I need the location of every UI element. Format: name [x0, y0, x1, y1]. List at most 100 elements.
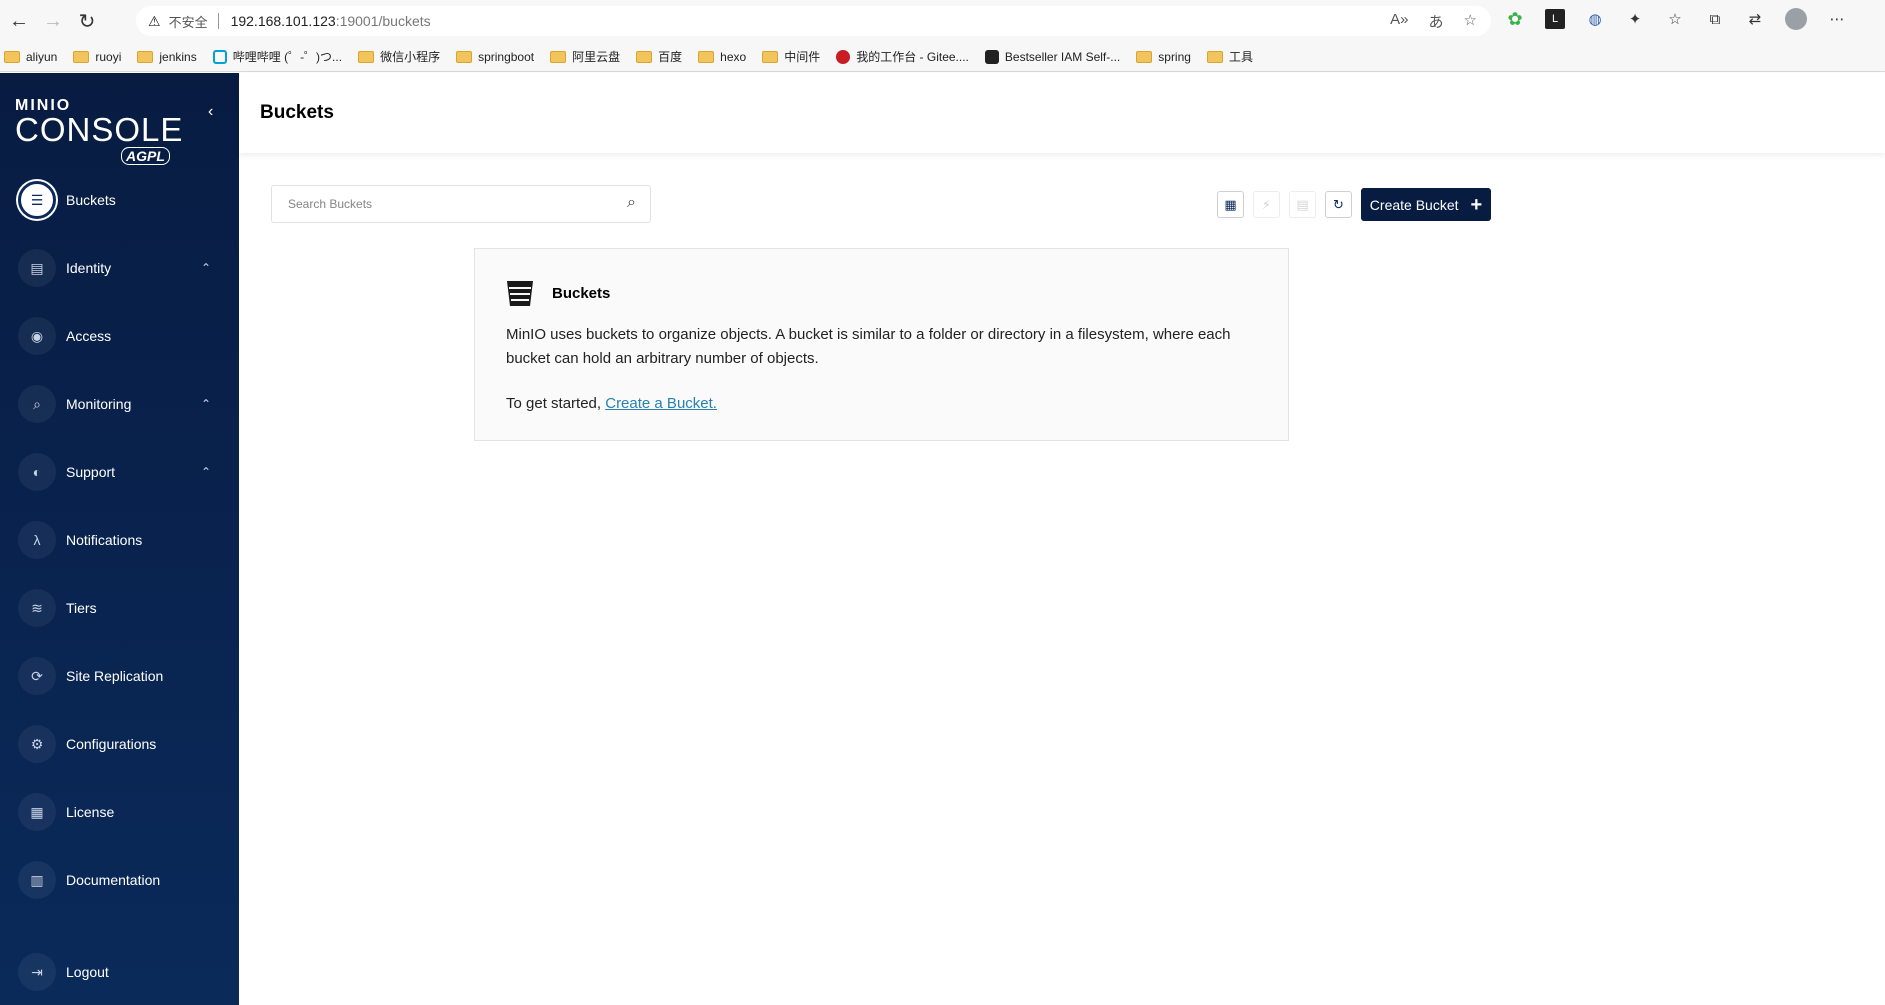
bookmark-aliyun-drive[interactable]: 阿里云盘 — [550, 48, 620, 65]
folder-icon — [456, 50, 473, 63]
extension-green-icon[interactable]: ✿ — [1505, 9, 1525, 29]
favorite-icon[interactable]: ☆ — [1464, 11, 1477, 32]
warning-icon: ⚠ — [148, 12, 161, 29]
page-header: Buckets — [239, 73, 1885, 153]
folder-icon — [1206, 50, 1223, 63]
replication-button[interactable]: ▤ — [1289, 191, 1316, 218]
translate-icon[interactable]: あ — [1429, 11, 1444, 32]
bookmark-gitee[interactable]: 我的工作台 - Gitee.... — [836, 48, 969, 65]
sidebar-item-logout[interactable]: ⇥ Logout — [0, 948, 239, 996]
refresh-icon: ↻ — [1333, 196, 1344, 212]
set-lifecycle-button[interactable]: ⚡ — [1253, 191, 1280, 218]
folder-icon — [762, 50, 779, 63]
chevron-up-icon: ⌃ — [200, 465, 211, 479]
grid-view-button[interactable]: ▦ — [1217, 191, 1244, 218]
bookmark-hexo[interactable]: hexo — [698, 50, 746, 64]
search-icon[interactable]: ⌕ — [627, 194, 636, 212]
gear-icon: ⚙ — [18, 725, 56, 763]
extension-l-icon[interactable]: L — [1545, 9, 1565, 29]
url-divider — [217, 13, 219, 29]
sidebar-item-notifications[interactable]: λ Notifications — [0, 516, 239, 564]
bookmark-springboot[interactable]: springboot — [456, 50, 534, 64]
bookmark-tools[interactable]: 工具 — [1206, 48, 1253, 65]
bookmark-spring[interactable]: spring — [1136, 50, 1191, 64]
url-host: 192.168.101.123 — [230, 13, 336, 29]
bookmarks-bar: aliyun ruoyi jenkins 哔哩哔哩 (゜-゜)つ... 微信小程… — [0, 42, 1885, 72]
more-icon[interactable]: ⋯ — [1827, 9, 1847, 29]
read-aloud-icon[interactable]: A» — [1390, 11, 1408, 32]
sidebar-item-identity[interactable]: ▤ Identity ⌃ — [0, 244, 239, 292]
sidebar-item-configurations[interactable]: ⚙ Configurations — [0, 720, 239, 768]
reload-icon[interactable]: ↻ — [72, 6, 102, 36]
bestseller-icon — [984, 49, 999, 64]
sidebar-item-support[interactable]: ◐ Support ⌃ — [0, 448, 239, 496]
sidebar-item-documentation[interactable]: ▥ Documentation — [0, 856, 239, 904]
extensions-puzzle-icon[interactable]: ✦ — [1625, 9, 1645, 29]
profile-avatar[interactable] — [1785, 8, 1807, 30]
url-field[interactable]: ⚠ 不安全 192.168.101.123:19001/buckets A» あ… — [136, 6, 1491, 36]
logout-icon: ⇥ — [18, 953, 56, 991]
bucket-icon: ☰ — [18, 181, 56, 219]
chevron-up-icon: ⌃ — [200, 397, 211, 411]
site-replication-icon: ⟳ — [18, 657, 56, 695]
bilibili-icon — [212, 49, 227, 64]
bookmark-bestseller[interactable]: Bestseller IAM Self-... — [984, 49, 1120, 64]
bookmark-ruoyi[interactable]: ruoyi — [73, 50, 121, 64]
favorites-icon[interactable]: ☆ — [1665, 9, 1685, 29]
folder-icon — [1136, 50, 1153, 63]
url-path: :19001/buckets — [335, 13, 431, 29]
back-icon[interactable]: ← — [4, 6, 34, 36]
forward-icon[interactable]: → — [38, 6, 68, 36]
extension-blue-icon[interactable]: ◍ — [1585, 9, 1605, 29]
folder-icon — [698, 50, 715, 63]
sidebar-item-buckets[interactable]: ☰ Buckets — [0, 176, 239, 224]
tiers-icon: ≋ — [18, 589, 56, 627]
lifecycle-icon: ⚡ — [1261, 196, 1272, 212]
insecure-label: 不安全 — [168, 14, 208, 30]
bookmark-bilibili[interactable]: 哔哩哔哩 (゜-゜)つ... — [212, 48, 342, 65]
sidebar: MINIO CONSOLE AGPL ‹ ☰ Buckets ▤ Identit… — [0, 73, 239, 1005]
sidebar-item-tiers[interactable]: ≋ Tiers — [0, 584, 239, 632]
sidebar-item-monitoring[interactable]: ⌕ Monitoring ⌃ — [0, 380, 239, 428]
create-bucket-button[interactable]: Create Bucket + — [1361, 188, 1491, 221]
refresh-button[interactable]: ↻ — [1325, 191, 1352, 218]
sync-icon[interactable]: ⇄ — [1745, 9, 1765, 29]
bookmark-jenkins[interactable]: jenkins — [137, 50, 197, 64]
folder-icon — [550, 50, 567, 63]
search-box[interactable]: ⌕ — [271, 185, 651, 223]
folder-icon — [4, 50, 20, 63]
folder-icon — [636, 50, 653, 63]
lambda-icon: λ — [18, 521, 56, 559]
sidebar-item-site-replication[interactable]: ⟳ Site Replication — [0, 652, 239, 700]
identity-icon: ▤ — [18, 249, 56, 287]
card-title: Buckets — [552, 284, 611, 302]
folder-icon — [73, 50, 90, 63]
plus-icon: + — [1470, 193, 1483, 216]
sidebar-item-license[interactable]: ▦ License — [0, 788, 239, 836]
bookmark-aliyun[interactable]: aliyun — [4, 50, 57, 64]
gitee-icon — [836, 49, 851, 64]
collections-icon[interactable]: ⧉ — [1705, 9, 1725, 29]
page-title: Buckets — [260, 102, 334, 123]
create-bucket-link[interactable]: Create a Bucket. — [605, 395, 717, 412]
bucket-icon — [507, 281, 533, 306]
replication-icon: ▤ — [1296, 196, 1309, 212]
grid-icon: ▦ — [1224, 196, 1237, 212]
card-cta: To get started, Create a Bucket. — [506, 395, 717, 412]
documentation-icon: ▥ — [18, 861, 56, 899]
support-icon: ◐ — [18, 453, 56, 491]
minio-console-logo: MINIO CONSOLE AGPL — [15, 97, 184, 165]
bookmark-middleware[interactable]: 中间件 — [762, 48, 820, 65]
folder-icon — [137, 50, 154, 63]
bookmark-baidu[interactable]: 百度 — [636, 48, 682, 65]
collapse-sidebar-icon[interactable]: ‹ — [208, 103, 213, 121]
license-icon: ▦ — [18, 793, 56, 831]
access-icon: ◉ — [18, 317, 56, 355]
sidebar-item-access[interactable]: ◉ Access — [0, 312, 239, 360]
bookmark-wechat-miniprogram[interactable]: 微信小程序 — [358, 48, 440, 65]
search-input[interactable] — [288, 197, 608, 211]
chevron-up-icon: ⌃ — [200, 261, 211, 275]
browser-address-bar: ← → ↻ ⚠ 不安全 192.168.101.123:19001/bucket… — [0, 0, 1885, 42]
folder-icon — [358, 50, 375, 63]
card-description: MinIO uses buckets to organize objects. … — [506, 326, 1231, 367]
